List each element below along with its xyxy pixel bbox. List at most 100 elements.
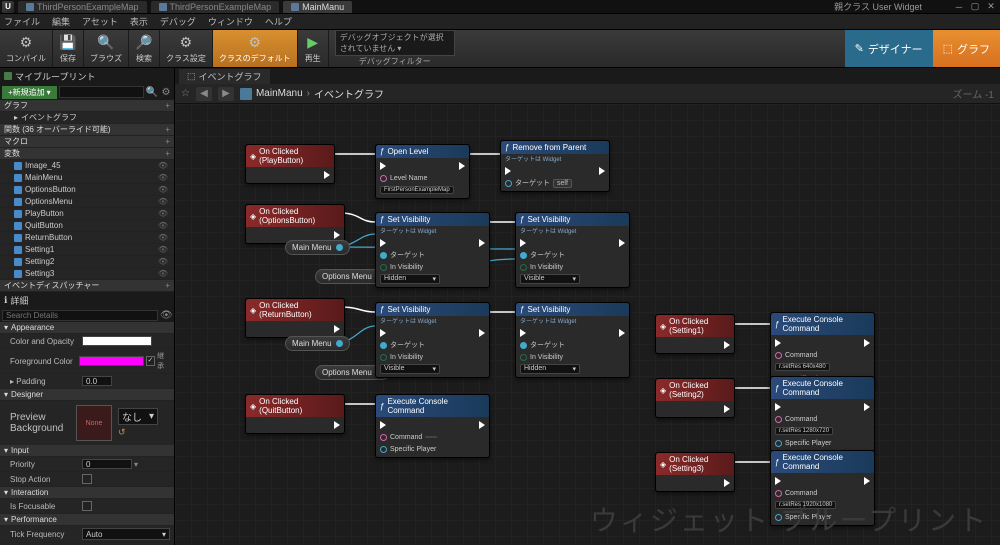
cmd-value[interactable]: r.setRes 640x480 — [775, 363, 830, 371]
cat-performance[interactable]: ▾Performance — [0, 514, 174, 526]
command-pin[interactable] — [380, 434, 387, 441]
node-onclicked-quit[interactable]: ◈On Clicked (QuitButton) — [245, 394, 345, 434]
menu-file[interactable]: ファイル — [4, 15, 40, 28]
eye-icon[interactable]: 👁 — [158, 257, 168, 266]
cmd-value[interactable]: r.setRes 1280x720 — [775, 427, 833, 435]
color-opacity-swatch[interactable] — [82, 336, 152, 346]
cat-interaction[interactable]: ▾Interaction — [0, 487, 174, 499]
tab-mainmenu[interactable]: MainManu — [283, 1, 352, 13]
fg-color-swatch[interactable] — [79, 356, 144, 366]
menu-view[interactable]: 表示 — [130, 15, 148, 28]
padding-input[interactable]: 0.0 — [82, 376, 112, 386]
node-onclicked-setting3[interactable]: ◈On Clicked (Setting3) — [655, 452, 735, 492]
menu-window[interactable]: ウィンドウ — [208, 15, 253, 28]
graph-canvas[interactable]: ◈On Clicked (PlayButton) ƒOpen Level Lev… — [175, 104, 1000, 545]
var-playbutton[interactable]: PlayButton👁 — [0, 208, 174, 220]
node-onclicked-play[interactable]: ◈On Clicked (PlayButton) — [245, 144, 335, 184]
visibility-pin[interactable] — [520, 264, 527, 271]
visibility-dropdown[interactable]: Visible▾ — [380, 364, 440, 374]
priority-input[interactable]: 0 — [82, 459, 132, 469]
eye-icon[interactable]: 👁 — [158, 173, 168, 182]
name-pin[interactable] — [380, 175, 387, 182]
node-set-visibility-1[interactable]: ƒSet Visibility ターゲットは Widget ターゲット In V… — [375, 212, 490, 288]
node-onclicked-setting1[interactable]: ◈On Clicked (Setting1) — [655, 314, 735, 354]
compile-button[interactable]: ⚙コンパイル — [0, 30, 53, 67]
search-icon[interactable]: 🔍 — [146, 86, 158, 98]
visibility-pin[interactable] — [520, 354, 527, 361]
exec-out-pin[interactable] — [334, 421, 340, 429]
visibility-dropdown[interactable]: Hidden▾ — [380, 274, 440, 284]
browse-button[interactable]: 🔍ブラウズ — [84, 30, 129, 67]
tab-map2[interactable]: ThirdPersonExampleMap — [151, 1, 280, 13]
exec-in-pin[interactable] — [380, 162, 386, 170]
cat-appearance[interactable]: ▾Appearance — [0, 322, 174, 334]
add-var-icon[interactable]: + — [165, 149, 170, 158]
designer-mode-button[interactable]: ✎デザイナー — [845, 30, 933, 67]
nav-back-icon[interactable]: ◀ — [196, 87, 212, 101]
target-pin[interactable] — [520, 342, 527, 349]
cat-designer[interactable]: ▾Designer — [0, 389, 174, 401]
exec-out-pin[interactable] — [619, 329, 625, 337]
favorite-icon[interactable]: ☆ — [181, 88, 190, 99]
target-pin[interactable] — [380, 342, 387, 349]
details-search-input[interactable] — [2, 310, 158, 321]
command-pin[interactable] — [775, 352, 782, 359]
target-pin[interactable] — [380, 252, 387, 259]
cat-input[interactable]: ▾Input — [0, 445, 174, 457]
preview-dropdown[interactable]: なし▾ — [118, 408, 158, 425]
exec-out-pin[interactable] — [334, 325, 340, 333]
exec-in-pin[interactable] — [380, 421, 386, 429]
var-setting1[interactable]: Setting1👁 — [0, 244, 174, 256]
target-pin[interactable] — [520, 252, 527, 259]
maximize-icon[interactable]: ▢ — [968, 1, 982, 13]
exec-out-pin[interactable] — [459, 162, 465, 170]
debug-filter[interactable]: デバッグオブジェクトが選択されていません ▾ デバッグフィルター — [329, 30, 461, 67]
exec-out-pin[interactable] — [864, 403, 870, 411]
var-optionsbutton[interactable]: OptionsButton👁 — [0, 184, 174, 196]
cat-dispatchers[interactable]: イベントディスパッチャー+ — [0, 280, 174, 292]
eye-icon[interactable]: 👁 — [158, 209, 168, 218]
exec-out-pin[interactable] — [479, 421, 485, 429]
command-pin[interactable] — [775, 490, 782, 497]
exec-in-pin[interactable] — [380, 329, 386, 337]
visibility-dropdown[interactable]: Visible▾ — [520, 274, 580, 284]
details-tab[interactable]: ℹ詳細 — [0, 292, 174, 308]
eye-icon[interactable]: 👁 — [158, 245, 168, 254]
debug-filter-dropdown[interactable]: デバッグオブジェクトが選択されていません ▾ — [335, 30, 455, 56]
add-func-icon[interactable]: + — [165, 125, 170, 134]
exec-out-pin[interactable] — [334, 231, 340, 239]
cat-graphs[interactable]: グラフ+ — [0, 100, 174, 112]
exec-out-pin[interactable] — [479, 329, 485, 337]
item-eventgraph[interactable]: ▸イベントグラフ — [0, 112, 174, 124]
exec-in-pin[interactable] — [380, 239, 386, 247]
exec-out-pin[interactable] — [864, 477, 870, 485]
eye-icon[interactable]: 👁 — [158, 185, 168, 194]
exec-in-pin[interactable] — [520, 239, 526, 247]
exec-in-pin[interactable] — [775, 403, 781, 411]
tab-map1[interactable]: ThirdPersonExampleMap — [18, 1, 147, 13]
node-remove-from-parent[interactable]: ƒRemove from Parent ターゲットは Widget ターゲットs… — [500, 140, 610, 192]
var-quitbutton[interactable]: QuitButton👁 — [0, 220, 174, 232]
graph-mode-button[interactable]: ⬚グラフ — [933, 30, 1000, 67]
exec-out-pin[interactable] — [724, 341, 730, 349]
player-pin[interactable] — [380, 446, 387, 453]
var-out-pin[interactable] — [336, 244, 343, 251]
minimize-icon[interactable]: ─ — [952, 1, 966, 13]
settings-icon[interactable]: ⚙ — [160, 86, 172, 98]
class-defaults-button[interactable]: ⚙クラスのデフォルト — [213, 30, 298, 67]
command-pin[interactable] — [775, 416, 782, 423]
node-open-level[interactable]: ƒOpen Level Level Name FirstPersonExampl… — [375, 144, 470, 199]
node-exec-console-quit[interactable]: ƒExecute Console Command Command Specifi… — [375, 394, 490, 458]
var-setting2[interactable]: Setting2👁 — [0, 256, 174, 268]
var-setting3[interactable]: Setting3👁 — [0, 268, 174, 280]
blueprint-search[interactable] — [59, 86, 144, 98]
focusable-checkbox[interactable] — [82, 501, 92, 511]
save-button[interactable]: 💾保存 — [53, 30, 84, 67]
var-out-pin[interactable] — [336, 340, 343, 347]
visibility-pin[interactable] — [380, 264, 387, 271]
exec-out-pin[interactable] — [724, 479, 730, 487]
crumb-widget[interactable]: MainManu — [256, 88, 303, 99]
reset-icon[interactable]: ↺ — [118, 427, 158, 438]
add-macro-icon[interactable]: + — [165, 137, 170, 146]
exec-in-pin[interactable] — [775, 477, 781, 485]
